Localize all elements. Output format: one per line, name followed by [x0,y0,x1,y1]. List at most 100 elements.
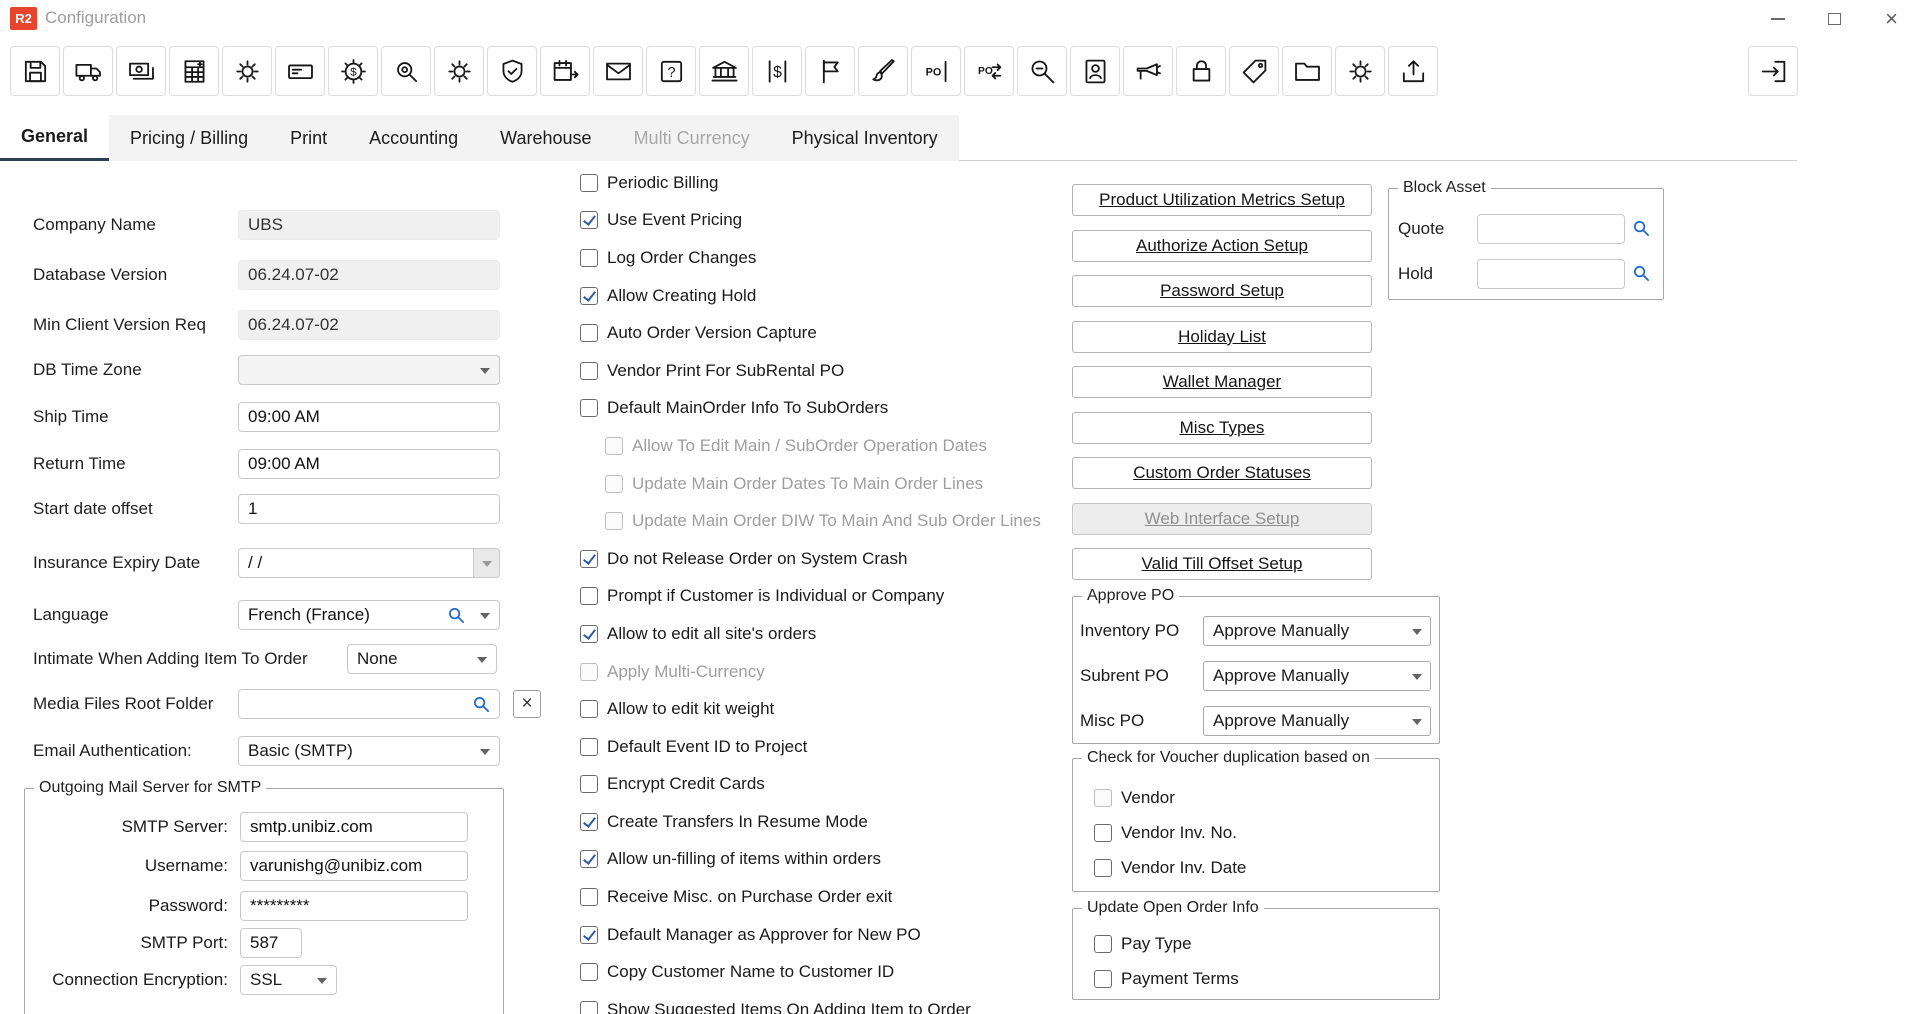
tab-pricing-billing[interactable]: Pricing / Billing [109,115,269,161]
email-auth-select[interactable]: Basic (SMTP) [238,736,500,766]
tab-warehouse[interactable]: Warehouse [479,115,612,161]
checkbox[interactable] [580,738,598,756]
checkbox[interactable] [580,324,598,342]
id-card-icon[interactable] [275,46,325,96]
misc-types-button[interactable]: Misc Types [1072,412,1372,444]
checkbox-item[interactable]: Update Main Order DIW To Main And Sub Or… [580,502,1150,540]
block-asset-quote-input[interactable] [1477,214,1625,244]
search-icon[interactable] [472,695,491,714]
db-time-zone-select[interactable] [238,355,500,385]
help-icon[interactable]: ? [646,46,696,96]
maximize-button[interactable] [1806,0,1863,37]
audit-search-icon[interactable] [381,46,431,96]
tab-physical-inventory[interactable]: Physical Inventory [771,115,959,161]
bank-icon[interactable] [699,46,749,96]
checkbox-item[interactable]: Default MainOrder Info To SubOrders [580,390,1150,428]
product-utilization-metrics-setup-button[interactable]: Product Utilization Metrics Setup [1072,184,1372,216]
tab-multi-currency[interactable]: Multi Currency [613,115,771,161]
tab-accounting[interactable]: Accounting [348,115,479,161]
checkbox-item[interactable]: Vendor Inv. Date [1094,850,1246,885]
checkbox-item[interactable]: Periodic Billing [580,164,1150,202]
smtp-port-input[interactable]: 587 [240,928,302,958]
user-badge-icon[interactable] [1070,46,1120,96]
checkbox-item[interactable]: Show Suggested Items On Adding Item to O… [580,991,1150,1014]
settings-gear-icon[interactable] [222,46,272,96]
security-shield-icon[interactable] [487,46,537,96]
checkbox[interactable] [580,775,598,793]
asset-tag-icon[interactable] [1229,46,1279,96]
lock-setup-icon[interactable] [1176,46,1226,96]
checkbox-item[interactable]: Apply Multi-Currency [580,653,1150,691]
label-designer-icon[interactable] [858,46,908,96]
checkbox-item[interactable]: Auto Order Version Capture [580,314,1150,352]
smtp-server-input[interactable]: smtp.unibiz.com [240,812,468,842]
checkbox[interactable] [580,1001,598,1014]
currency-setup-icon[interactable]: $ [328,46,378,96]
password-setup-button[interactable]: Password Setup [1072,275,1372,307]
checkbox-item[interactable]: Update Main Order Dates To Main Order Li… [580,465,1150,503]
rate-calculator-icon[interactable] [169,46,219,96]
checkbox-item[interactable]: Allow to edit all site's orders [580,615,1150,653]
checkbox-item[interactable]: Vendor [1094,780,1246,815]
smtp-encryption-select[interactable]: SSL [240,965,337,995]
key-search-icon[interactable] [1017,46,1067,96]
block-asset-hold-input[interactable] [1477,259,1625,289]
minimize-button[interactable] [1749,0,1806,37]
clear-icon[interactable]: × [513,690,541,718]
job-setup-icon[interactable] [1335,46,1385,96]
flag-icon[interactable] [805,46,855,96]
insurance-expiry-dropdown-button[interactable] [474,548,500,578]
save-icon[interactable] [10,46,60,96]
authorize-action-setup-button[interactable]: Authorize Action Setup [1072,230,1372,262]
tab-print[interactable]: Print [269,115,348,161]
custom-order-statuses-button[interactable]: Custom Order Statuses [1072,457,1372,489]
checkbox-item[interactable]: Use Event Pricing [580,202,1150,240]
checkbox[interactable] [1094,859,1112,877]
po-transfer-icon[interactable]: PO [964,46,1014,96]
checkbox-item[interactable]: Copy Customer Name to Customer ID [580,953,1150,991]
calendar-export-icon[interactable] [540,46,590,96]
checkbox-item[interactable]: Default Event ID to Project [580,728,1150,766]
checkbox-item[interactable]: Receive Misc. on Purchase Order exit [580,878,1150,916]
checkbox-item[interactable]: Allow Creating Hold [580,277,1150,315]
insurance-expiry-input[interactable]: / / [238,548,474,578]
checkbox-item[interactable]: Vendor Inv. No. [1094,815,1246,850]
language-input[interactable]: French (France) [238,600,500,630]
checkbox-item[interactable]: Create Transfers In Resume Mode [580,803,1150,841]
checkbox[interactable] [580,888,598,906]
checkbox-item[interactable]: Encrypt Credit Cards [580,766,1150,804]
checkbox-item[interactable]: Payment Terms [1094,961,1239,996]
checkbox-item[interactable]: Do not Release Order on System Crash [580,540,1150,578]
checkbox[interactable] [580,287,598,305]
checkbox[interactable] [580,211,598,229]
checkbox[interactable] [1094,935,1112,953]
smtp-password-input[interactable]: ********* [240,891,468,921]
media-root-input[interactable] [238,689,500,719]
checkbox[interactable] [580,700,598,718]
export-upload-icon[interactable] [1388,46,1438,96]
checkbox[interactable] [580,813,598,831]
smtp-username-input[interactable]: varunishg@unibiz.com [240,851,468,881]
checkbox[interactable] [580,926,598,944]
checkbox[interactable] [580,587,598,605]
valid-till-offset-setup-button[interactable]: Valid Till Offset Setup [1072,548,1372,580]
approve-mode-select[interactable]: Approve Manually [1203,616,1431,646]
checkbox[interactable] [580,174,598,192]
checkbox-item[interactable]: Vendor Print For SubRental PO [580,352,1150,390]
holiday-list-button[interactable]: Holiday List [1072,321,1372,353]
search-icon[interactable] [447,606,466,625]
barcode-gun-icon[interactable] [1123,46,1173,96]
checkbox[interactable] [580,399,598,417]
exit-icon[interactable] [1748,46,1798,96]
checkbox-item[interactable]: Log Order Changes [580,239,1150,277]
email-setup-icon[interactable] [593,46,643,96]
close-button[interactable]: × [1863,0,1920,37]
checkbox[interactable] [580,625,598,643]
checkbox-item[interactable]: Allow un-filling of items within orders [580,841,1150,879]
approve-mode-select[interactable]: Approve Manually [1203,706,1431,736]
checkbox[interactable] [1094,824,1112,842]
cash-payment-icon[interactable] [116,46,166,96]
wallet-manager-button[interactable]: Wallet Manager [1072,366,1372,398]
checkbox-item[interactable]: Allow to edit kit weight [580,690,1150,728]
process-setup-icon[interactable] [434,46,484,96]
